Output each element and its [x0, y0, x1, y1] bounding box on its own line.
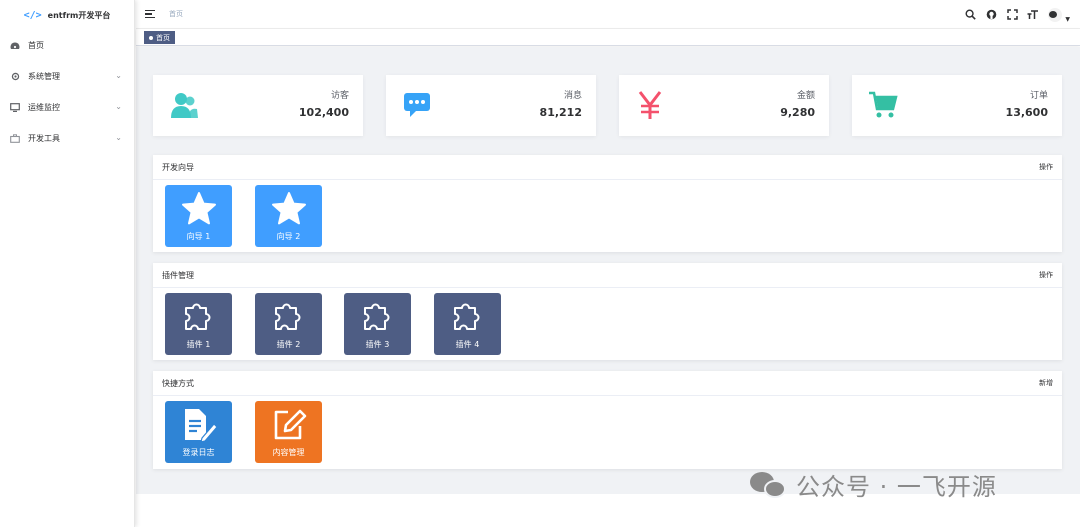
tile-label: 插件 3 [365, 340, 390, 349]
edit-icon [271, 407, 307, 443]
panel-title: 开发向导 [162, 162, 194, 172]
sidebar-item-label: 首页 [28, 41, 44, 50]
sidebar: </> entfrm开发平台 首页 系统管理 ⌄ 运维监控 ⌄ 开发工具 ⌄ [0, 0, 135, 527]
stat-label: 金额 [796, 91, 815, 101]
users-icon [168, 89, 200, 121]
chevron-down-icon: ⌄ [115, 102, 122, 111]
tag-label: 首页 [156, 33, 170, 42]
panel-shortcuts: 快捷方式 新增 登录日志 内容管理 [153, 371, 1062, 469]
document-edit-icon [181, 407, 217, 443]
stat-value: 81,212 [539, 106, 582, 119]
panel-header: 快捷方式 新增 [153, 371, 1062, 396]
tile-label: 插件 1 [186, 340, 211, 349]
toolbox-icon [10, 134, 20, 144]
tile-guide-1[interactable]: 向导 1 [165, 185, 232, 247]
stat-value: 9,280 [780, 106, 815, 119]
tile-plugin-1[interactable]: 插件 1 [165, 293, 232, 355]
search-icon[interactable] [964, 9, 976, 21]
stat-card-visitors[interactable]: 访客 102,400 [153, 75, 363, 136]
star-icon [271, 191, 307, 227]
tile-label: 向导 2 [276, 232, 301, 241]
breadcrumb[interactable]: 首页 [169, 9, 183, 19]
tile-plugin-3[interactable]: 插件 3 [344, 293, 411, 355]
sidebar-item-label: 系统管理 [28, 72, 60, 81]
tile-label: 向导 1 [186, 232, 211, 241]
puzzle-icon [450, 299, 486, 335]
logo[interactable]: </> entfrm开发平台 [0, 0, 134, 30]
watermark-text: 公众号 · 一飞开源 [796, 473, 997, 501]
tile-label: 登录日志 [182, 448, 215, 457]
star-icon [181, 191, 217, 227]
stat-card-orders[interactable]: 订单 13,600 [852, 75, 1062, 136]
chevron-down-icon: ⌄ [115, 71, 122, 80]
stat-value: 102,400 [298, 106, 349, 119]
logo-text: entfrm开发平台 [47, 10, 111, 20]
panel-add-button[interactable]: 新增 [1039, 378, 1053, 388]
tile-label: 插件 4 [455, 340, 480, 349]
avatar[interactable] [1048, 7, 1063, 22]
sidebar-item-monitor[interactable]: 运维监控 ⌄ [0, 92, 134, 123]
monitor-icon [10, 103, 20, 113]
tile-list: 插件 1 插件 2 插件 3 插件 4 [153, 288, 1062, 360]
tile-plugin-2[interactable]: 插件 2 [255, 293, 322, 355]
logo-mark: </> [23, 9, 42, 21]
app: </> entfrm开发平台 首页 系统管理 ⌄ 运维监控 ⌄ 开发工具 ⌄ 首… [0, 0, 1080, 527]
dashboard-icon [10, 41, 20, 51]
tile-guide-2[interactable]: 向导 2 [255, 185, 322, 247]
sidebar-item-devtools[interactable]: 开发工具 ⌄ [0, 123, 134, 154]
tile-list: 登录日志 内容管理 [153, 396, 1062, 469]
sidebar-item-home[interactable]: 首页 [0, 30, 134, 61]
fullscreen-icon[interactable] [1006, 9, 1018, 21]
puzzle-icon [271, 299, 307, 335]
tile-login-log[interactable]: 登录日志 [165, 401, 232, 463]
watermark: 公众号 · 一飞开源 [750, 467, 997, 502]
puzzle-icon [360, 299, 396, 335]
tile-content-management[interactable]: 内容管理 [255, 401, 322, 463]
puzzle-icon [181, 299, 217, 335]
font-size-icon[interactable] [1027, 9, 1039, 21]
github-icon[interactable] [985, 9, 997, 21]
panel-plugins: 插件管理 操作 插件 1 插件 2 插件 3 插件 4 [153, 263, 1062, 360]
gear-icon [10, 72, 20, 82]
panel-action-button[interactable]: 操作 [1039, 270, 1053, 280]
chevron-down-icon: ⌄ [115, 133, 122, 142]
stat-label: 订单 [1029, 91, 1048, 101]
panel-title: 插件管理 [162, 270, 194, 280]
top-navbar: 首页 ▼ [136, 0, 1080, 29]
header-actions: ▼ [964, 6, 1070, 23]
tile-label: 插件 2 [276, 340, 301, 349]
panel-action-button[interactable]: 操作 [1039, 162, 1053, 172]
main-content: 访客 102,400 消息 81,212 金额 9,280 订单 13,600 … [136, 47, 1080, 494]
stat-label: 消息 [563, 91, 582, 101]
tile-list: 向导 1 向导 2 [153, 180, 1062, 252]
active-dot-icon [149, 35, 153, 40]
stat-card-amount[interactable]: 金额 9,280 [619, 75, 829, 136]
sidebar-item-label: 运维监控 [28, 103, 60, 112]
panel-title: 快捷方式 [162, 378, 194, 388]
hamburger-icon[interactable] [145, 9, 155, 19]
wechat-icon [750, 470, 788, 500]
tag-home[interactable]: 首页 [144, 31, 175, 44]
sidebar-item-label: 开发工具 [28, 134, 60, 143]
caret-down-icon[interactable]: ▼ [1065, 16, 1070, 23]
stat-value: 13,600 [1005, 106, 1048, 119]
tile-label: 内容管理 [272, 448, 305, 457]
yen-icon [634, 89, 666, 121]
sidebar-item-system[interactable]: 系统管理 ⌄ [0, 61, 134, 92]
tags-view: 首页 [136, 29, 1080, 46]
panel-header: 开发向导 操作 [153, 155, 1062, 180]
panel-header: 插件管理 操作 [153, 263, 1062, 288]
tile-plugin-4[interactable]: 插件 4 [434, 293, 501, 355]
message-icon [401, 89, 433, 121]
stat-label: 访客 [330, 91, 349, 101]
panel-dev-guide: 开发向导 操作 向导 1 向导 2 [153, 155, 1062, 252]
stat-card-messages[interactable]: 消息 81,212 [386, 75, 596, 136]
cart-icon [867, 89, 899, 121]
